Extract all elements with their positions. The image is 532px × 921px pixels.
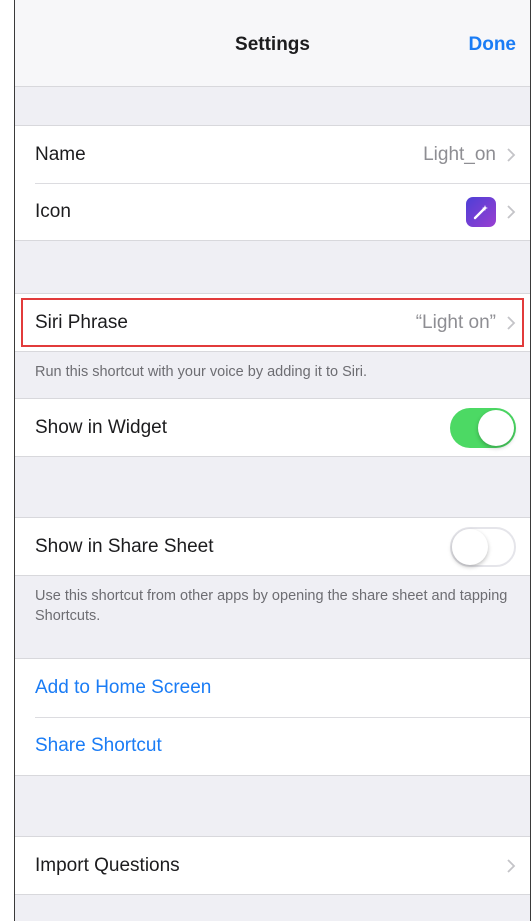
name-value: Light_on [423,143,496,165]
icon-row[interactable]: Icon [15,183,530,240]
add-to-home-screen-link[interactable]: Add to Home Screen [35,677,516,699]
import-questions-label: Import Questions [35,854,180,876]
share-shortcut-row[interactable]: Share Shortcut [15,717,530,775]
chevron-right-icon [506,204,516,220]
siri-phrase-label: Siri Phrase [35,311,128,333]
show-in-widget-label: Show in Widget [35,416,168,438]
chevron-right-icon [506,147,516,163]
siri-phrase-value: “Light on” [415,311,496,333]
section-spacer [15,776,530,836]
name-label: Name [35,143,86,165]
section-spacer [15,87,530,125]
done-button[interactable]: Done [469,0,517,86]
siri-footnote: Run this shortcut with your voice by add… [35,364,368,380]
show-in-share-sheet-label: Show in Share Sheet [35,535,214,557]
section-spacer [15,457,530,517]
widget-group: Show in Widget [15,398,530,457]
section-spacer [15,241,530,293]
magic-wand-icon [466,196,496,227]
show-in-share-sheet-toggle[interactable] [450,526,516,567]
share-sheet-footnote: Use this shortcut from other apps by ope… [35,588,508,624]
import-group: Import Questions [15,836,530,895]
siri-phrase-row[interactable]: Siri Phrase “Light on” [15,294,530,351]
show-in-widget-row: Show in Widget [15,399,530,456]
name-row[interactable]: Name Light_on [15,126,530,183]
toggle-knob [478,409,514,446]
page-title: Settings [235,34,310,55]
icon-label: Icon [35,200,71,222]
add-to-home-screen-row[interactable]: Add to Home Screen [15,659,530,717]
share-sheet-group: Show in Share Sheet [15,517,530,576]
settings-screen: Settings Done Name Light_on Icon Siri Ph… [14,0,531,921]
siri-group: Siri Phrase “Light on” [15,293,530,352]
navigation-bar: Settings Done [15,0,530,87]
actions-group: Add to Home Screen Share Shortcut [15,658,530,776]
share-shortcut-link[interactable]: Share Shortcut [35,735,516,757]
chevron-right-icon [506,858,516,874]
import-questions-row[interactable]: Import Questions [15,837,530,894]
chevron-right-icon [506,315,516,331]
toggle-knob [452,528,488,565]
show-in-widget-toggle[interactable] [450,407,516,448]
show-in-share-sheet-row: Show in Share Sheet [15,518,530,575]
general-group: Name Light_on Icon [15,125,530,241]
